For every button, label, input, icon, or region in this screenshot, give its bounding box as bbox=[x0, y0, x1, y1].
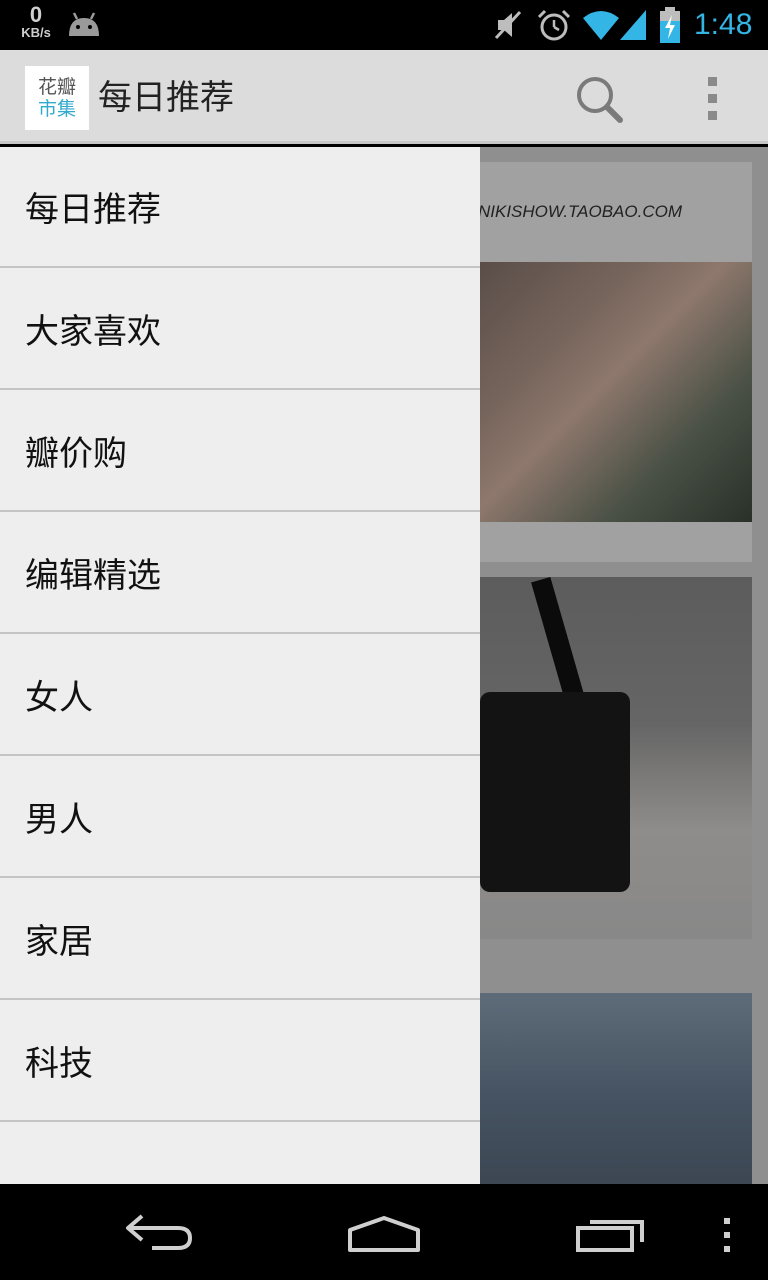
mute-icon bbox=[492, 8, 524, 46]
app-logo[interactable]: 花瓣 市集 bbox=[25, 66, 89, 130]
search-icon bbox=[570, 77, 630, 134]
drawer-item-label: 男人 bbox=[25, 799, 93, 840]
drawer-item-entertainment[interactable]: 文娱 bbox=[0, 1122, 480, 1184]
recent-apps-button[interactable] bbox=[574, 1214, 646, 1258]
drawer-item-daily-recommend[interactable]: 每日推荐 bbox=[0, 147, 480, 268]
system-nav-bar bbox=[0, 1184, 768, 1280]
overflow-menu-button[interactable] bbox=[690, 72, 734, 124]
android-icon bbox=[66, 10, 102, 42]
drawer-item-men[interactable]: 男人 bbox=[0, 756, 480, 878]
drawer-item-label: 瓣价购 bbox=[25, 433, 127, 474]
drawer-item-deals[interactable]: 瓣价购 bbox=[0, 390, 480, 512]
logo-text-line1: 花瓣 bbox=[37, 76, 76, 98]
network-speed-unit: KB/s bbox=[21, 25, 51, 40]
clock: 1:48 bbox=[694, 8, 753, 41]
overflow-menu-dot bbox=[707, 110, 717, 120]
back-icon bbox=[126, 1214, 193, 1250]
search-button[interactable] bbox=[570, 70, 630, 130]
drawer-item-everyone-likes[interactable]: 大家喜欢 bbox=[0, 268, 480, 390]
battery-charging-icon bbox=[658, 6, 682, 48]
drawer-item-label: 大家喜欢 bbox=[25, 311, 161, 352]
page-title: 每日推荐 bbox=[98, 78, 234, 118]
action-bar: 花瓣 市集 每日推荐 bbox=[0, 50, 768, 144]
signal-icon bbox=[618, 8, 648, 46]
network-speed: 0 KB/s bbox=[16, 4, 56, 40]
menu-icon-dot bbox=[724, 1246, 730, 1252]
drawer-item-label: 女人 bbox=[25, 677, 93, 718]
drawer-item-label: 每日推荐 bbox=[25, 190, 161, 230]
home-icon bbox=[348, 1216, 420, 1252]
back-button[interactable] bbox=[122, 1212, 194, 1256]
drawer-item-label: 编辑精选 bbox=[25, 555, 161, 596]
menu-icon-dot bbox=[724, 1232, 730, 1238]
home-button[interactable] bbox=[346, 1214, 422, 1258]
menu-icon bbox=[724, 1218, 730, 1224]
recent-apps-icon bbox=[576, 1220, 644, 1252]
drawer-item-women[interactable]: 女人 bbox=[0, 634, 480, 756]
drawer-item-label: 科技 bbox=[25, 1043, 93, 1084]
navigation-drawer: 每日推荐 大家喜欢 瓣价购 编辑精选 女人 男人 家居 科技 文娱 bbox=[0, 147, 480, 1184]
wifi-icon bbox=[582, 10, 620, 46]
drawer-item-label: 家居 bbox=[25, 921, 93, 962]
overflow-menu-dot bbox=[707, 93, 717, 103]
network-speed-value: 0 bbox=[29, 2, 43, 27]
status-bar: 0 KB/s 1:48 bbox=[0, 0, 768, 50]
alarm-icon bbox=[536, 8, 572, 48]
logo-text-line2: 市集 bbox=[37, 98, 76, 120]
drawer-item-home[interactable]: 家居 bbox=[0, 878, 480, 1000]
overflow-menu-icon bbox=[707, 76, 717, 86]
drawer-item-editors-picks[interactable]: 编辑精选 bbox=[0, 512, 480, 634]
menu-button[interactable] bbox=[720, 1218, 734, 1252]
drawer-item-tech[interactable]: 科技 bbox=[0, 1000, 480, 1122]
